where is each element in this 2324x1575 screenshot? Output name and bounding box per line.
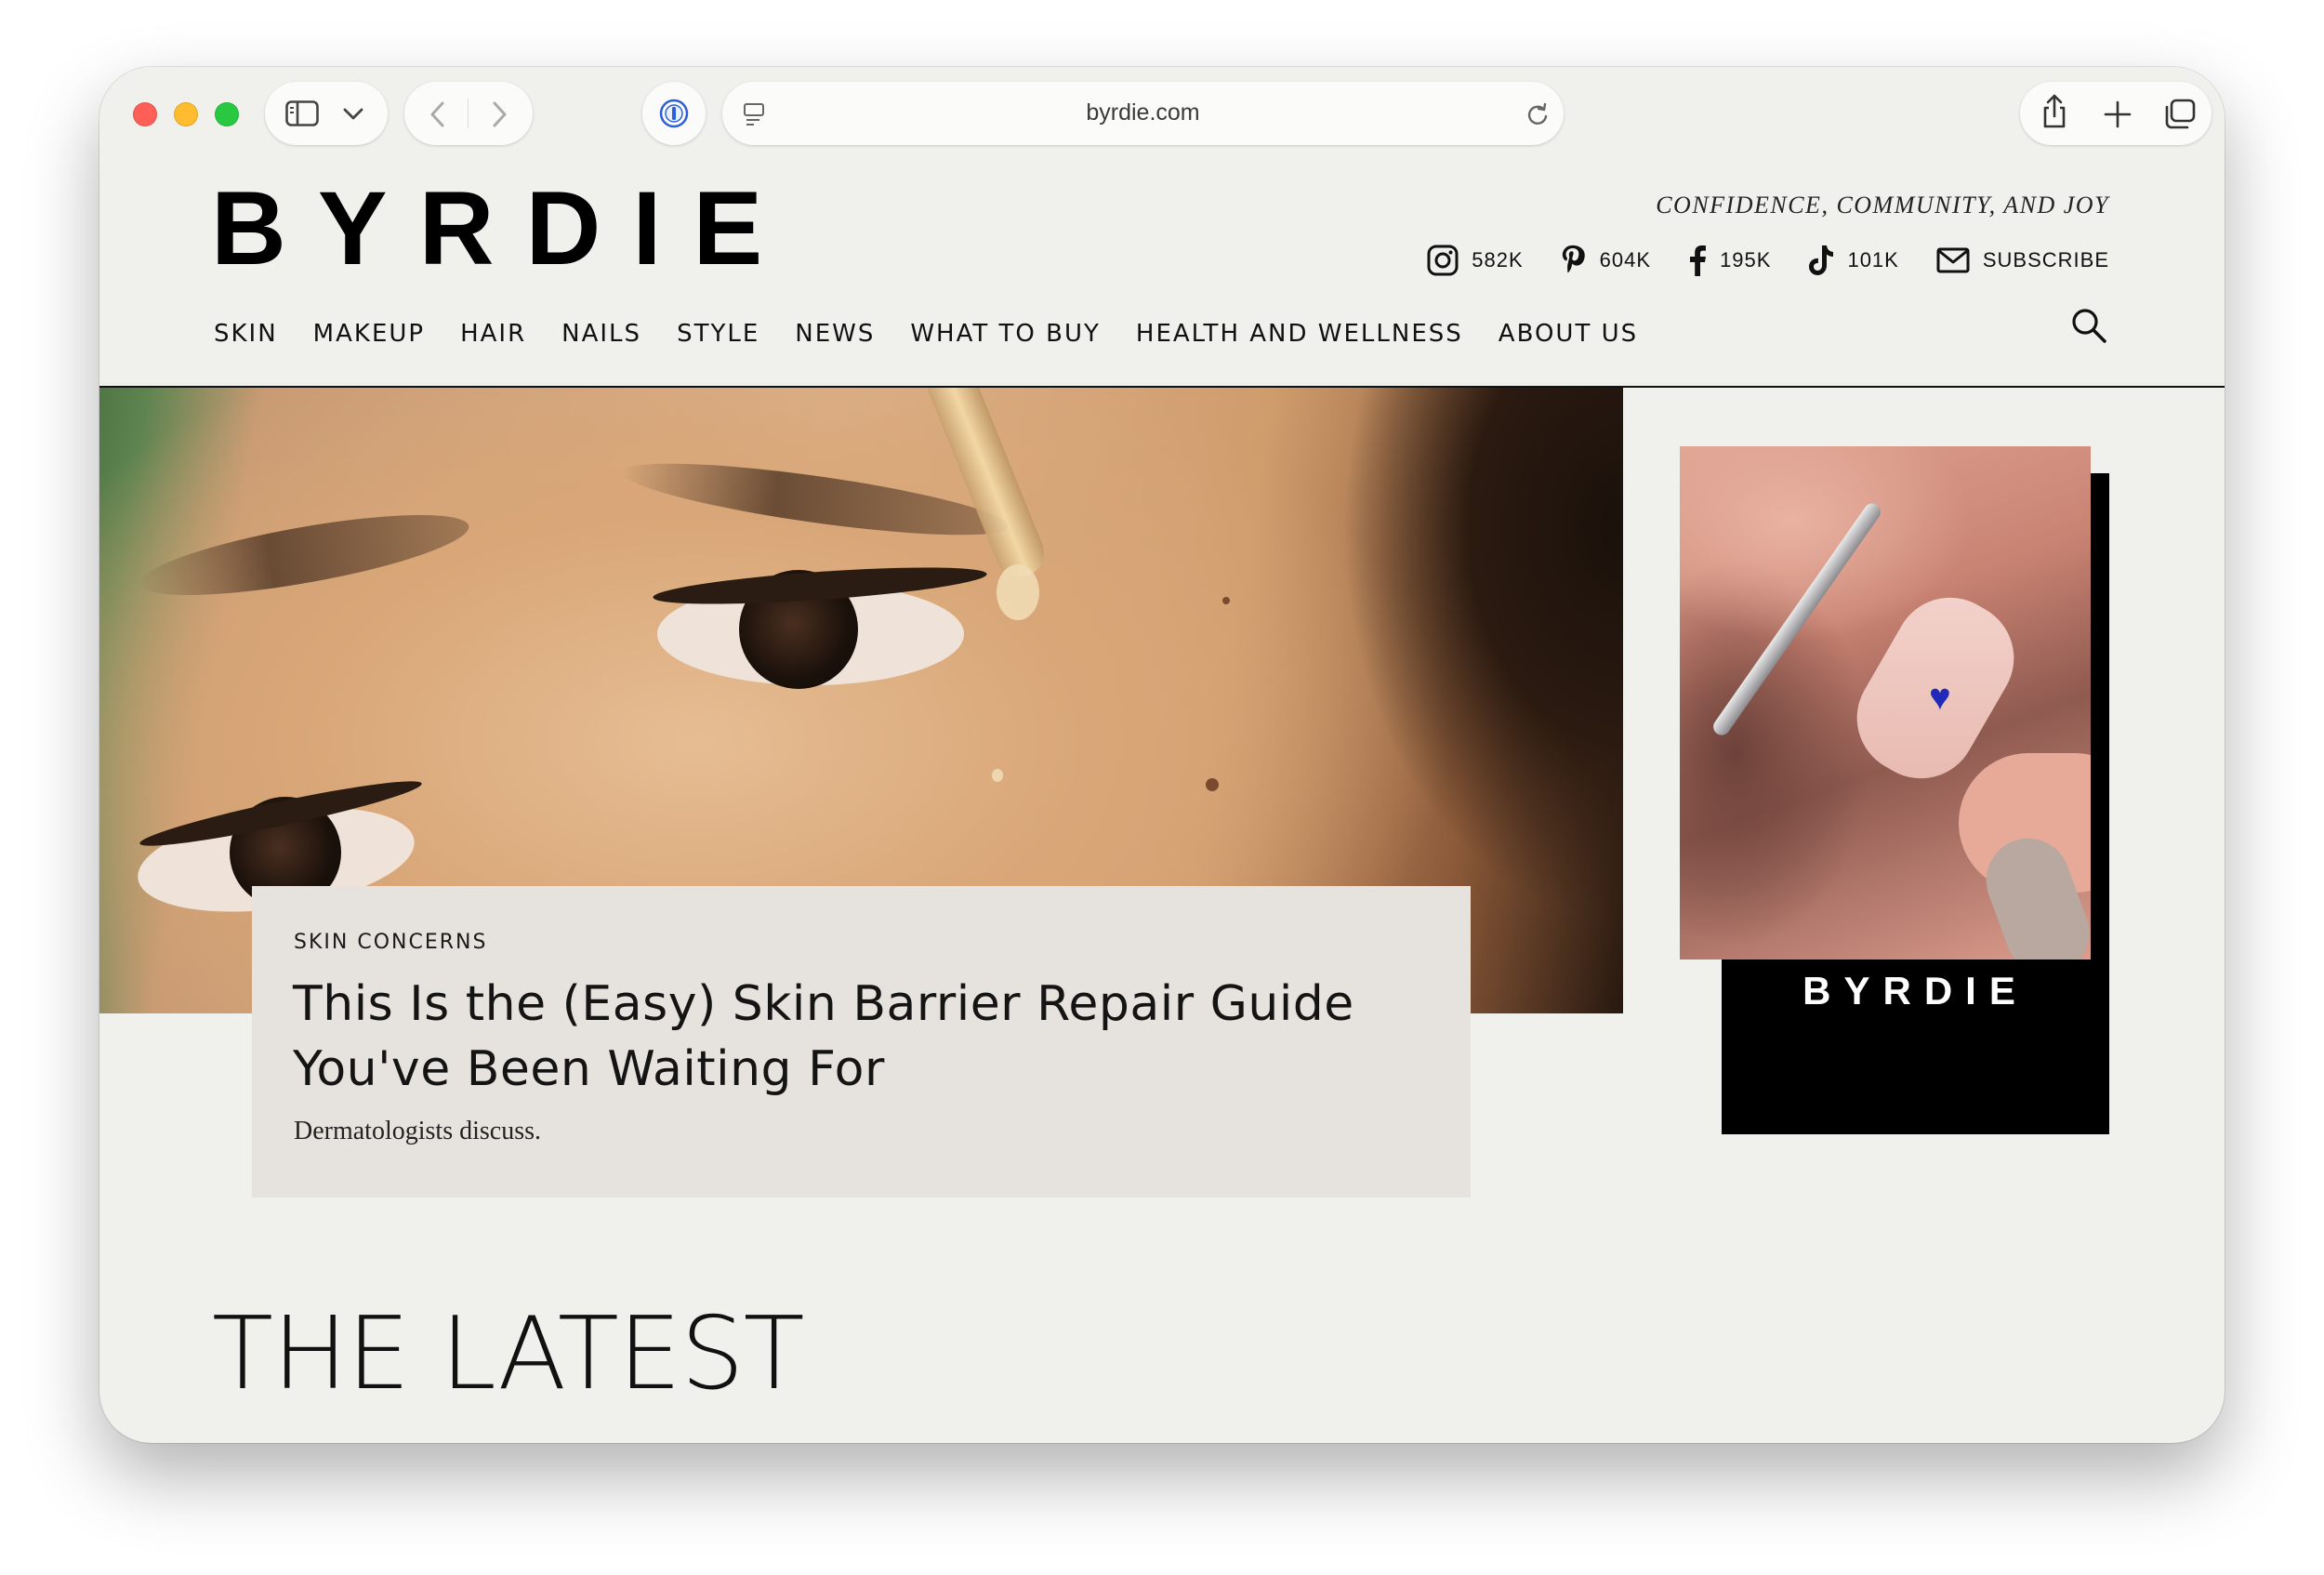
nav-item-makeup[interactable]: MAKEUP xyxy=(313,320,425,348)
pinterest-icon xyxy=(1562,245,1585,273)
minimize-window-button[interactable] xyxy=(174,102,198,126)
subscribe-label: SUBSCRIBE xyxy=(1982,248,2109,271)
address-bar[interactable]: byrdie.com xyxy=(722,82,1564,145)
article-headline[interactable]: This Is the (Easy) Skin Barrier Repair G… xyxy=(293,972,1390,1102)
search-icon[interactable] xyxy=(2070,307,2107,344)
featured-article-card[interactable]: SKIN CONCERNS This Is the (Easy) Skin Ba… xyxy=(252,886,1471,1198)
nav-item-nails[interactable]: NAILS xyxy=(561,320,641,348)
social-tiktok[interactable]: 101K xyxy=(1808,245,1898,276)
facebook-count: 195K xyxy=(1720,248,1772,271)
nav-item-about-us[interactable]: ABOUT US xyxy=(1499,320,1638,348)
promo-logo: BYRDIE xyxy=(1802,969,2028,1012)
back-arrow-icon[interactable] xyxy=(429,100,447,128)
nav-item-health-and-wellness[interactable]: HEALTH AND WELLNESS xyxy=(1136,320,1463,348)
site-logo[interactable]: BYRDIE xyxy=(211,177,794,281)
close-window-button[interactable] xyxy=(133,102,157,126)
chevron-down-icon xyxy=(343,108,363,120)
browser-toolbar: byrdie.com xyxy=(99,67,2225,177)
sidebar-toggle-button[interactable] xyxy=(265,82,388,145)
forward-arrow-icon[interactable] xyxy=(490,100,508,128)
subscribe-link[interactable]: SUBSCRIBE xyxy=(1936,247,2109,273)
tiktok-count: 101K xyxy=(1847,248,1899,271)
zoom-window-button[interactable] xyxy=(215,102,239,126)
facebook-icon xyxy=(1690,245,1707,276)
url-text: byrdie.com xyxy=(1086,99,1200,126)
nav-item-style[interactable]: STYLE xyxy=(677,320,759,348)
site-tagline: CONFIDENCE, COMMUNITY, AND JOY xyxy=(1656,192,2109,218)
social-links: 582K 604K 195K 101K SUBSCRIBE xyxy=(1390,242,2109,279)
social-facebook[interactable]: 195K xyxy=(1688,245,1771,276)
reload-icon[interactable] xyxy=(1525,102,1550,126)
article-subhead: Dermatologists discuss. xyxy=(294,1117,541,1145)
main-nav: SKIN MAKEUP HAIR NAILS STYLE NEWS WHAT T… xyxy=(214,320,1673,348)
pinterest-count: 604K xyxy=(1599,248,1652,271)
mail-icon xyxy=(1936,247,1970,273)
instagram-icon xyxy=(1427,245,1459,276)
nav-item-what-to-buy[interactable]: WHAT TO BUY xyxy=(910,320,1101,348)
article-category[interactable]: SKIN CONCERNS xyxy=(294,931,487,954)
history-nav xyxy=(404,82,533,145)
instagram-count: 582K xyxy=(1472,248,1524,271)
password-manager-icon xyxy=(659,99,689,128)
promo-nail-art-image[interactable]: ♥ xyxy=(1680,446,2091,960)
new-tab-icon[interactable] xyxy=(2104,100,2132,128)
nav-item-news[interactable]: NEWS xyxy=(795,320,875,348)
window-actions xyxy=(2020,82,2212,145)
browser-window: byrdie.com BYRDIE CONFIDENCE, COMMUNITY,… xyxy=(99,67,2225,1443)
tab-overview-icon[interactable] xyxy=(2163,99,2197,130)
social-pinterest[interactable]: 604K xyxy=(1561,244,1651,277)
share-icon[interactable] xyxy=(2040,93,2068,130)
social-instagram[interactable]: 582K xyxy=(1427,245,1523,276)
nav-item-skin[interactable]: SKIN xyxy=(214,320,278,348)
password-manager-button[interactable] xyxy=(642,82,706,145)
sidebar-icon xyxy=(285,100,319,126)
nav-item-hair[interactable]: HAIR xyxy=(460,320,526,348)
latest-section-title: THE LATEST xyxy=(212,1296,805,1412)
tiktok-icon xyxy=(1809,245,1834,275)
